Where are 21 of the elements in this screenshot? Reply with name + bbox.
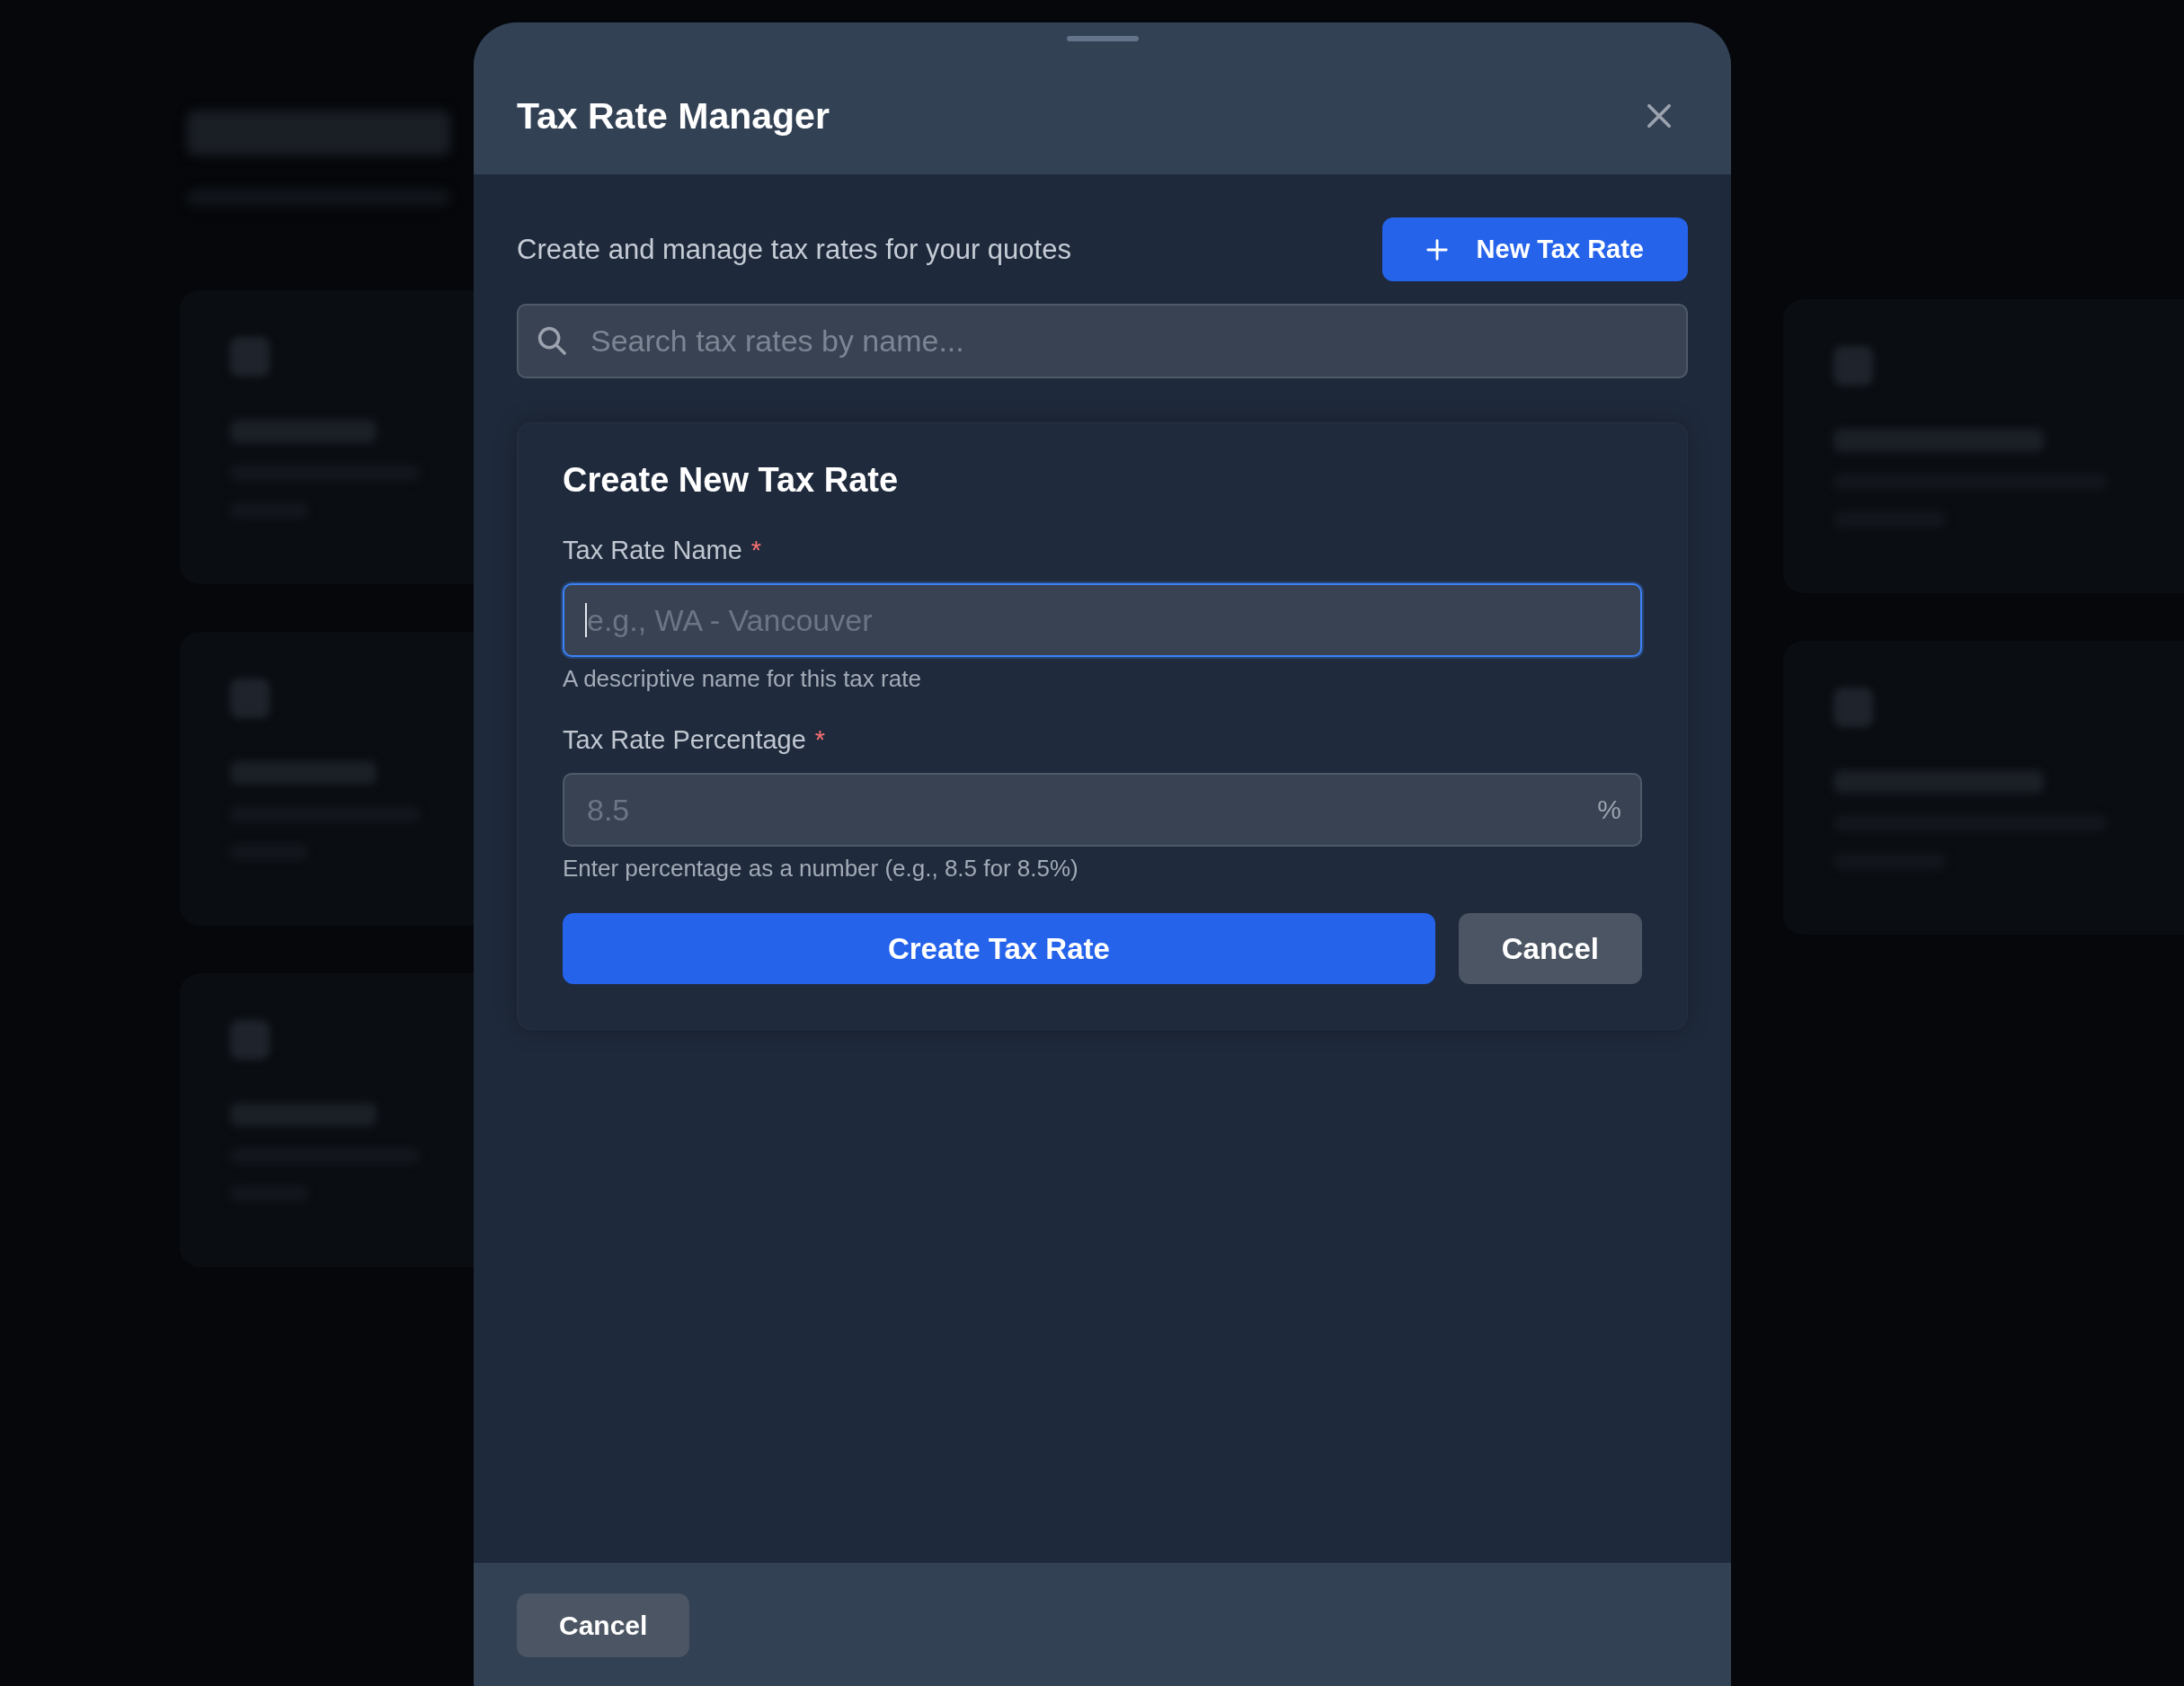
description-text: Create and manage tax rates for your quotes [517, 233, 1071, 266]
field-hint: A descriptive name for this tax rate [563, 664, 922, 693]
new-tax-rate-button[interactable]: New Tax Rate [1381, 217, 1688, 281]
field-hint: Enter percentage as a number (e.g., 8.5 for 8.5%) [563, 854, 1079, 883]
plus-icon [1425, 238, 1448, 261]
submit-button[interactable]: Create Tax Rate [563, 913, 1435, 984]
close-icon [1647, 103, 1672, 129]
text-cursor-icon [585, 603, 587, 637]
form-title: Create New Tax Rate [563, 460, 900, 501]
close-button[interactable] [1647, 103, 1672, 129]
cancel-button[interactable]: Cancel [1458, 913, 1642, 984]
cancel-button[interactable]: Cancel [517, 1593, 690, 1657]
search-icon [537, 326, 566, 355]
required-asterisk: * [750, 535, 762, 565]
search-field[interactable]: Search tax rates by name... [517, 304, 1688, 378]
required-asterisk: * [814, 724, 826, 755]
drag-handle[interactable] [1066, 36, 1139, 41]
modal-title: Tax Rate Manager [517, 94, 830, 138]
field-label: Tax Rate Name [563, 535, 742, 565]
field-label: Tax Rate Percentage [563, 724, 806, 755]
unit-suffix: % [1597, 794, 1621, 825]
